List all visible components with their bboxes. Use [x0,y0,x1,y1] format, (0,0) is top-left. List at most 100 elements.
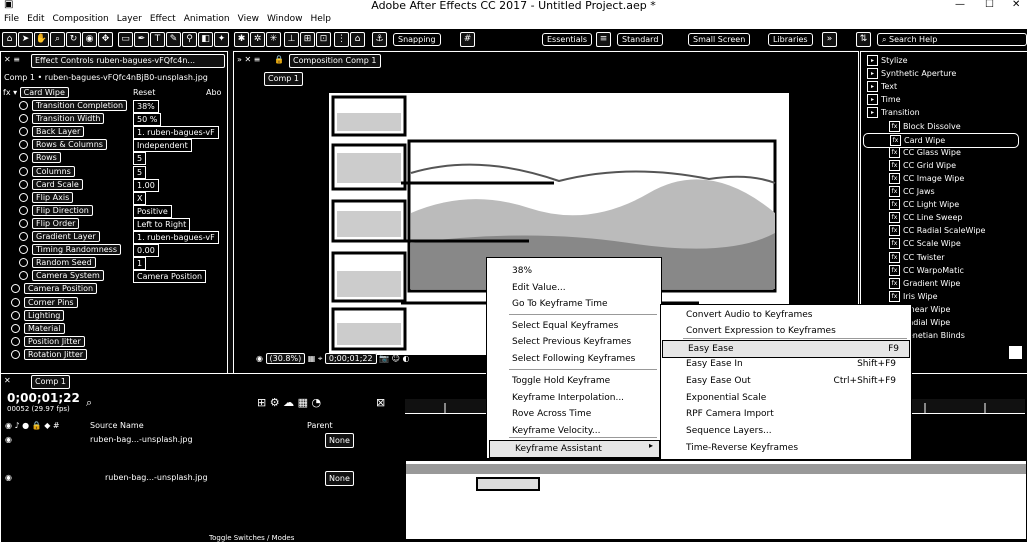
grid-snap-icon[interactable]: ⋮ [334,32,349,47]
workspace-essentials[interactable]: Essentials [542,33,593,46]
stopwatch-icon[interactable] [19,153,28,163]
submenu-item[interactable]: RPF Camera Import [661,406,906,422]
roto-brush-icon[interactable]: ✦ [214,32,229,47]
layer-visibility-icon[interactable]: ◉ [5,473,12,482]
effect-controls-tab[interactable]: Effect Controls ruben-bagues-vFQfc4n... [31,54,225,68]
brush-tool-icon[interactable]: ✎ [166,32,181,47]
camera-tool-icon[interactable]: ◉ [82,32,97,47]
layer-name[interactable]: ruben-bag...-unsplash.jpg [105,471,208,484]
menu-animation[interactable]: Animation [184,14,230,24]
menu-window[interactable]: Window [267,14,303,24]
timeline-layer-area[interactable] [405,460,1027,540]
clone-stamp-icon[interactable]: ⚲ [182,32,197,47]
effect-property-row[interactable]: Rows & Columns Independent [19,138,223,153]
stopwatch-icon[interactable] [19,127,28,137]
rotate-tool-icon[interactable]: ↻ [66,32,81,47]
comp-timecode[interactable]: 0;00;01;22 [324,353,377,364]
stopwatch-icon[interactable] [19,258,28,268]
menu-effect[interactable]: Effect [150,14,176,24]
effect-property-row[interactable]: Rows 5 [19,151,223,166]
reset-link[interactable]: Reset [133,86,155,99]
stopwatch-icon[interactable] [19,271,28,281]
snap-grid-icon[interactable]: # [460,32,475,47]
about-link[interactable]: Abo [206,86,221,99]
fx-icon[interactable]: fx ▾ [3,88,17,97]
menu-layer[interactable]: Layer [117,14,142,24]
effect-property-row[interactable]: Card Scale 1.00 [19,178,223,192]
effect-property-row[interactable]: Gradient Layer 1. ruben-bagues-vF [19,230,223,244]
effect-item[interactable]: fx Gradient Wipe [887,277,960,290]
context-menu-item[interactable]: Select Following Keyframes [487,351,661,367]
effect-property-value[interactable]: X [133,191,147,205]
maximize-icon[interactable]: ☐ [985,0,994,10]
submenu-item[interactable]: Exponential Scale [661,390,906,406]
effect-property-value[interactable]: Camera Position [133,270,207,284]
keyframe-assistant-item[interactable]: Keyframe Assistant [489,440,660,458]
effect-item[interactable]: fx Iris Wipe [887,290,938,303]
effect-property-row[interactable]: Material [11,322,223,335]
stopwatch-icon[interactable] [19,245,28,255]
effect-property-value[interactable]: 38% [133,100,159,113]
context-menu-item[interactable]: Rove Across Time [487,406,661,422]
menu-file[interactable]: File [4,14,19,24]
stopwatch-icon[interactable] [19,218,28,228]
pan-behind-tool-icon[interactable]: ✥ [98,32,113,47]
composition-mini-flowchart-icon[interactable]: ⊞ ⚙ ☁ ▦ ◔ [257,396,321,409]
effect-property-row[interactable]: Transition Completion 38% [19,99,223,113]
disclosure-triangle-icon[interactable] [11,284,20,294]
effect-item[interactable]: fx CC Twister [887,251,945,264]
panel-resize-icon[interactable] [1009,346,1022,359]
effect-category[interactable]: ▸ Time [865,93,901,106]
layer-visibility-icon[interactable]: ◉ [5,435,12,444]
effect-category[interactable]: ▸ Stylize [865,54,908,67]
close-icon[interactable]: ✕ [1012,0,1020,10]
context-menu-item[interactable]: Select Previous Keyframes [487,334,661,350]
disclosure-triangle-icon[interactable] [11,336,20,346]
context-menu-item[interactable]: 38% [487,263,661,279]
effect-name[interactable]: Card Wipe [19,87,69,98]
comp-subtab[interactable]: Comp 1 [264,72,303,86]
effect-property-row[interactable]: Flip Direction Positive [19,204,223,218]
local-axis-icon[interactable]: ⊥ [284,32,299,47]
effect-item[interactable]: fx CC WarpoMatic [887,264,964,277]
effect-property-row[interactable]: Timing Randomness 0.00 [19,243,223,258]
workspace-libraries[interactable]: Libraries [768,33,813,46]
pen-tool-icon[interactable]: ✒ [134,32,149,47]
composition-tab[interactable]: Composition Comp 1 [289,54,381,68]
submenu-item[interactable]: Easy Ease Out Ctrl+Shift+F9 [661,373,906,389]
effect-property-row[interactable]: Flip Order Left to Right [19,217,223,231]
layer-parent[interactable]: None [325,471,354,486]
effect-category[interactable]: ▸ Transition [865,106,920,119]
submenu-item[interactable]: Easy Ease In Shift+F9 [661,356,906,372]
effect-property-value[interactable]: Independent [133,139,192,153]
menu-edit[interactable]: Edit [27,14,44,24]
context-menu-item[interactable]: Select Equal Keyframes [487,318,661,334]
lock-icon[interactable]: 🔒 [274,54,284,66]
menu-help[interactable]: Help [310,14,331,24]
safe-zones-icon[interactable]: ▦ ⌖ [308,354,323,363]
puppet-pin-icon[interactable]: ✱ [234,32,249,47]
timeline-search-icon[interactable]: ⌕ [86,396,92,410]
effect-item[interactable]: fx Block Dissolve [887,120,961,133]
submenu-item[interactable]: Sequence Layers... [661,423,906,439]
effect-property-row[interactable]: Transition Width 50 % [19,112,223,127]
rectangle-tool-icon[interactable]: ▭ [118,32,133,47]
world-axis-icon[interactable]: ⊞ [300,32,315,47]
minimize-icon[interactable]: — [955,0,965,10]
stopwatch-icon[interactable] [19,166,28,176]
effect-property-value[interactable]: Left to Right [133,217,191,231]
search-help-field[interactable]: ⌕ Search Help [877,33,1027,46]
effect-property-row[interactable]: Position Jitter [11,335,223,348]
stopwatch-icon[interactable] [19,101,28,110]
effect-property-row[interactable]: Back Layer 1. ruben-bagues-vF [19,125,223,140]
effect-item[interactable]: fx CC Scale Wipe [887,237,961,250]
effect-property-row[interactable]: Random Seed 1 [19,256,223,271]
effect-property-row[interactable]: Camera System Camera Position [19,269,223,284]
effect-item[interactable]: fx CC Light Wipe [887,198,959,211]
disclosure-triangle-icon[interactable] [11,323,20,333]
effect-property-value[interactable]: 1. ruben-bagues-vF [133,126,219,140]
effect-property-value[interactable]: 5 [133,165,147,179]
context-menu-item[interactable]: Go To Keyframe Time [487,296,661,312]
effect-property-value[interactable]: Positive [133,204,172,218]
context-menu-item[interactable]: Keyframe Interpolation... [487,390,661,406]
